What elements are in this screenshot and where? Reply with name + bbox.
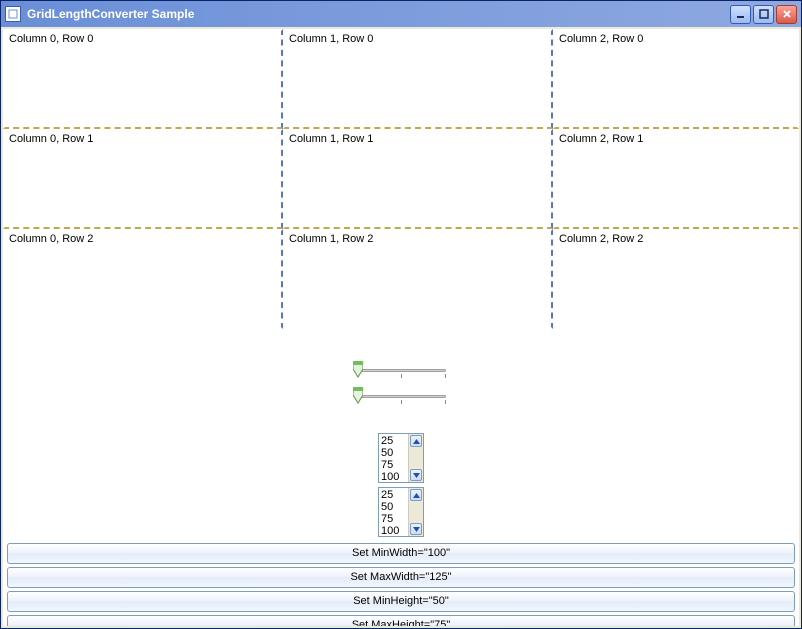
scrollbar[interactable] (408, 488, 423, 536)
cell-label: Column 2, Row 0 (559, 33, 643, 45)
cell-label: Column 1, Row 2 (289, 233, 373, 245)
list-item[interactable]: 75 (381, 513, 406, 525)
width-listbox[interactable]: 25 50 75 100 (378, 433, 424, 483)
set-maxwidth-button[interactable]: Set MaxWidth="125" (7, 567, 795, 588)
title-bar: GridLengthConverter Sample (1, 1, 801, 27)
action-buttons: Set MinWidth="100" Set MaxWidth="125" Se… (3, 543, 799, 626)
demo-grid: Column 0, Row 0 Column 1, Row 0 Column 2… (3, 29, 799, 329)
list-item[interactable]: 100 (381, 525, 406, 536)
list-item[interactable]: 100 (381, 471, 406, 482)
list-item[interactable]: 50 (381, 501, 406, 513)
list-item[interactable]: 75 (381, 459, 406, 471)
app-window: GridLengthConverter Sample Column 0, Row… (0, 0, 802, 629)
set-minheight-button[interactable]: Set MinHeight="50" (7, 591, 795, 612)
scroll-up-button[interactable] (410, 435, 422, 447)
close-button[interactable] (776, 5, 797, 24)
cell-label: Column 0, Row 0 (9, 33, 93, 45)
list-item[interactable]: 25 (381, 435, 406, 447)
cell-label: Column 0, Row 2 (9, 233, 93, 245)
listboxes-area: 25 50 75 100 25 50 (3, 433, 799, 537)
grid-cell: Column 2, Row 1 (553, 129, 799, 229)
cell-label: Column 2, Row 1 (559, 133, 643, 145)
slider-thumb[interactable] (353, 361, 363, 379)
slider-tick (445, 374, 446, 378)
column-width-slider[interactable] (356, 361, 446, 379)
list-item[interactable]: 50 (381, 447, 406, 459)
grid-cell: Column 1, Row 2 (283, 229, 553, 329)
client-area: Column 0, Row 0 Column 1, Row 0 Column 2… (3, 29, 799, 626)
grid-cell: Column 2, Row 0 (553, 29, 799, 129)
scroll-down-button[interactable] (410, 523, 422, 535)
cell-label: Column 1, Row 0 (289, 33, 373, 45)
grid-cell: Column 1, Row 1 (283, 129, 553, 229)
listbox-items: 25 50 75 100 (379, 434, 408, 482)
cell-label: Column 2, Row 2 (559, 233, 643, 245)
grid-cell: Column 0, Row 1 (3, 129, 283, 229)
cell-label: Column 1, Row 1 (289, 133, 373, 145)
grid-cell: Column 0, Row 0 (3, 29, 283, 129)
row-height-slider[interactable] (356, 387, 446, 405)
slider-track (356, 395, 446, 398)
set-maxheight-button[interactable]: Set MaxHeight="75" (7, 615, 795, 626)
slider-thumb[interactable] (353, 387, 363, 405)
scroll-up-button[interactable] (410, 489, 422, 501)
minimize-button[interactable] (730, 5, 751, 24)
slider-track (356, 369, 446, 372)
slider-tick (445, 400, 446, 404)
maximize-button[interactable] (753, 5, 774, 24)
set-minwidth-button[interactable]: Set MinWidth="100" (7, 543, 795, 564)
height-listbox[interactable]: 25 50 75 100 (378, 487, 424, 537)
system-menu-icon[interactable] (5, 6, 21, 22)
grid-cell: Column 0, Row 2 (3, 229, 283, 329)
slider-tick (401, 374, 402, 378)
scrollbar[interactable] (408, 434, 423, 482)
sliders-area (3, 361, 799, 405)
scroll-down-button[interactable] (410, 469, 422, 481)
grid-cell: Column 1, Row 0 (283, 29, 553, 129)
list-item[interactable]: 25 (381, 489, 406, 501)
window-title: GridLengthConverter Sample (27, 7, 730, 21)
window-buttons (730, 5, 797, 24)
listbox-items: 25 50 75 100 (379, 488, 408, 536)
slider-tick (401, 400, 402, 404)
grid-cell: Column 2, Row 2 (553, 229, 799, 329)
cell-label: Column 0, Row 1 (9, 133, 93, 145)
